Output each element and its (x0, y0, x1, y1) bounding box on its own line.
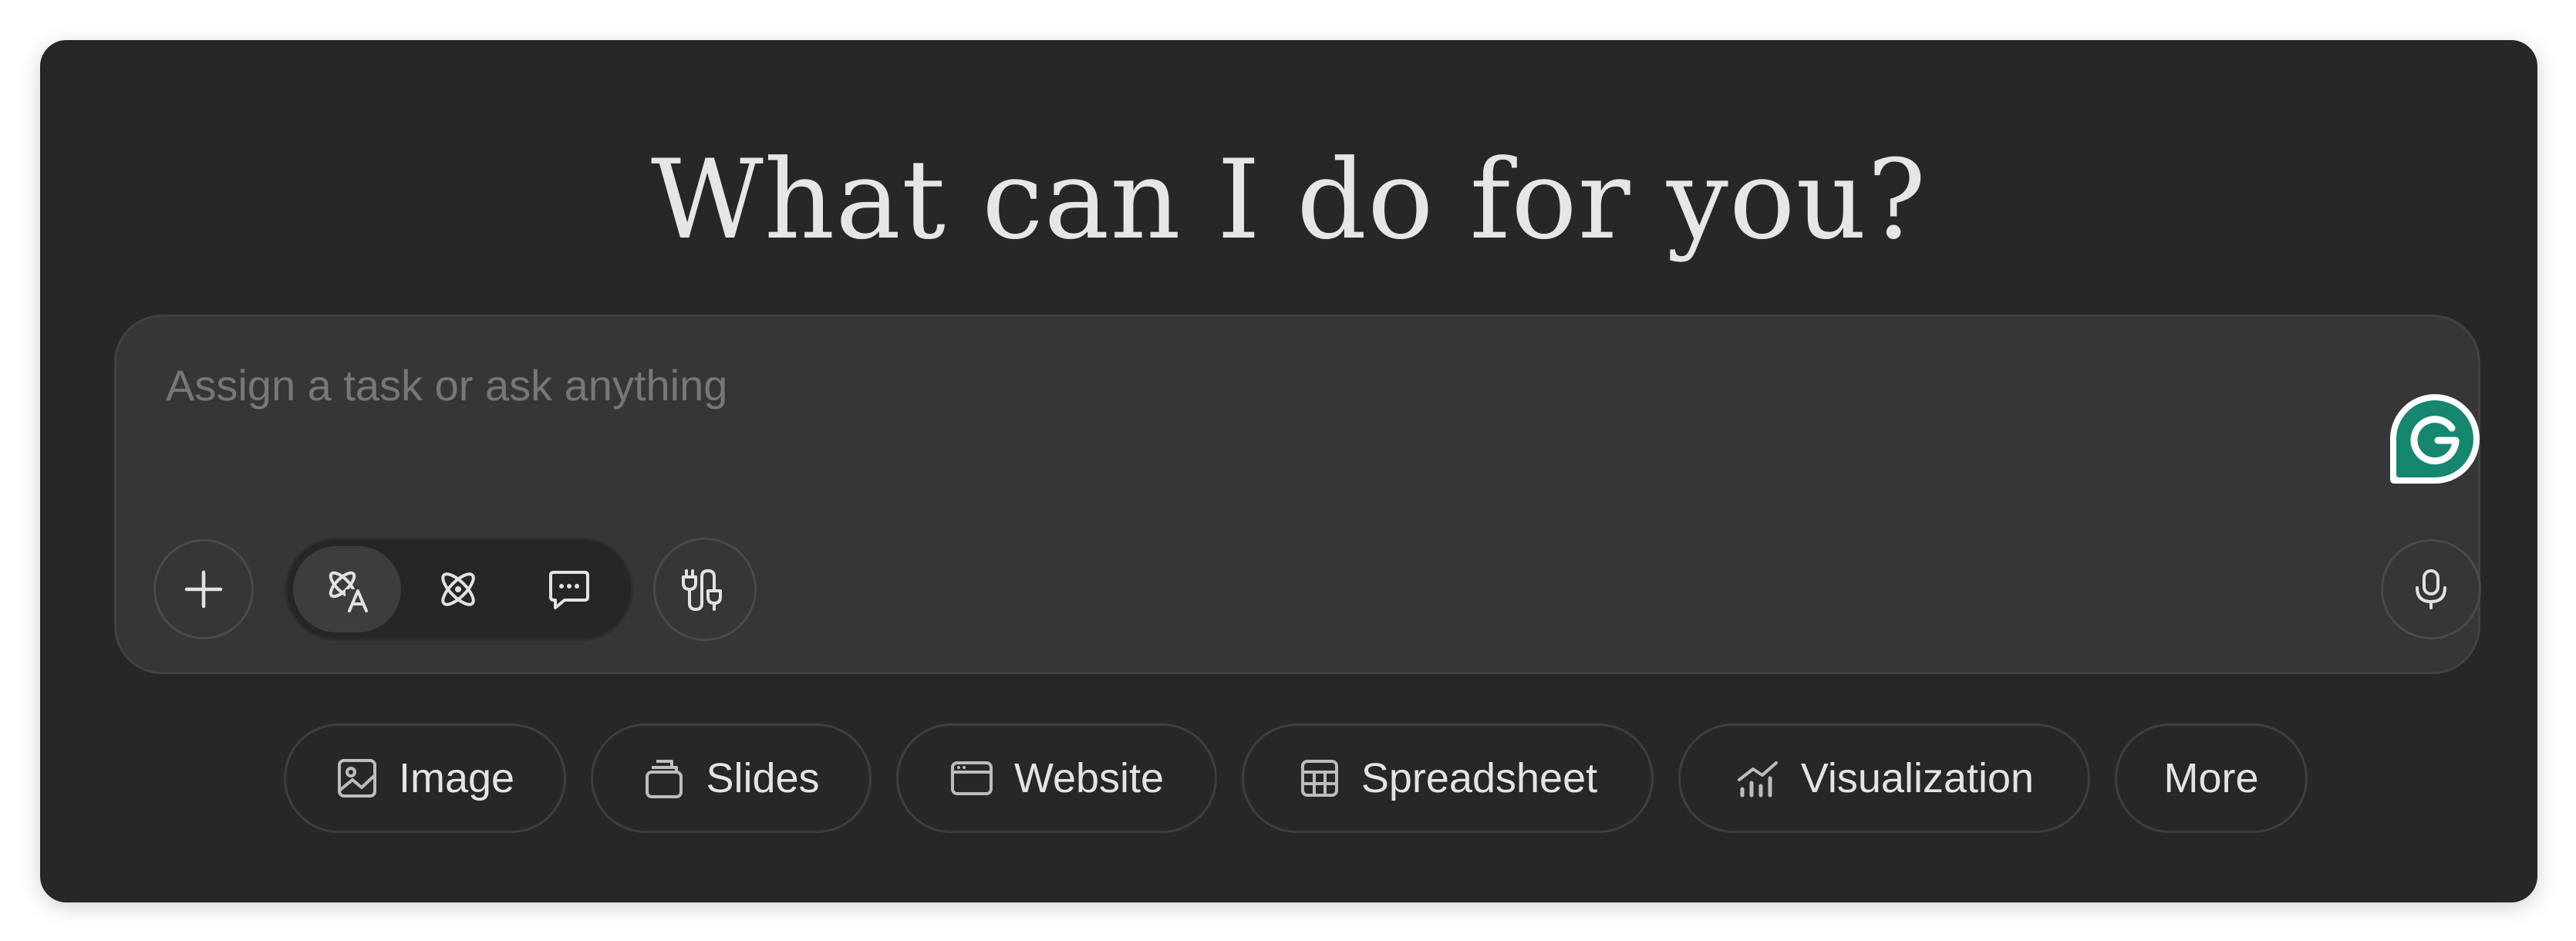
atom-icon (441, 572, 475, 606)
connectors-button[interactable] (653, 538, 757, 641)
task-input[interactable] (166, 354, 2171, 416)
image-chip-label: Image (398, 755, 515, 801)
microphone-icon (2416, 569, 2446, 609)
voice-input-button[interactable] (2381, 539, 2481, 639)
table-grid-icon (1300, 760, 1338, 797)
add-attachment-button[interactable] (153, 539, 254, 639)
task-composer (114, 315, 2483, 674)
website-chip[interactable]: Website (896, 723, 1217, 833)
slides-chip-label: Slides (706, 755, 820, 801)
visualization-chip-label: Visualization (1800, 755, 2035, 801)
quick-actions: Image Slides Website Spreadsheet Visuali… (40, 723, 2537, 833)
plus-icon (184, 570, 223, 609)
website-chip-label: Website (1013, 755, 1165, 801)
slides-icon (646, 760, 683, 798)
spreadsheet-chip-label: Spreadsheet (1360, 755, 1598, 801)
visualization-chip[interactable]: Visualization (1678, 723, 2090, 833)
research-mode-button[interactable] (404, 546, 512, 632)
grammarly-icon[interactable] (2387, 391, 2483, 487)
bar-chart-icon (1737, 761, 1778, 798)
mode-selector (285, 538, 633, 641)
agent-mode-button[interactable] (293, 546, 401, 632)
image-icon (337, 759, 376, 798)
agent-atom-text-icon (329, 571, 370, 614)
more-chip[interactable]: More (2115, 723, 2308, 833)
main-panel: What can I do for you? Assign a task or … (40, 40, 2537, 902)
chat-mode-button[interactable] (515, 546, 623, 632)
chat-bubble-icon (549, 571, 589, 609)
plug-connector-icon (682, 568, 722, 612)
image-chip[interactable]: Image (284, 723, 566, 833)
page-title: What can I do for you? (650, 137, 1927, 264)
spreadsheet-chip[interactable]: Spreadsheet (1242, 723, 1654, 833)
browser-window-icon (950, 761, 993, 795)
more-chip-label: More (2163, 755, 2259, 801)
slides-chip[interactable]: Slides (591, 723, 872, 833)
